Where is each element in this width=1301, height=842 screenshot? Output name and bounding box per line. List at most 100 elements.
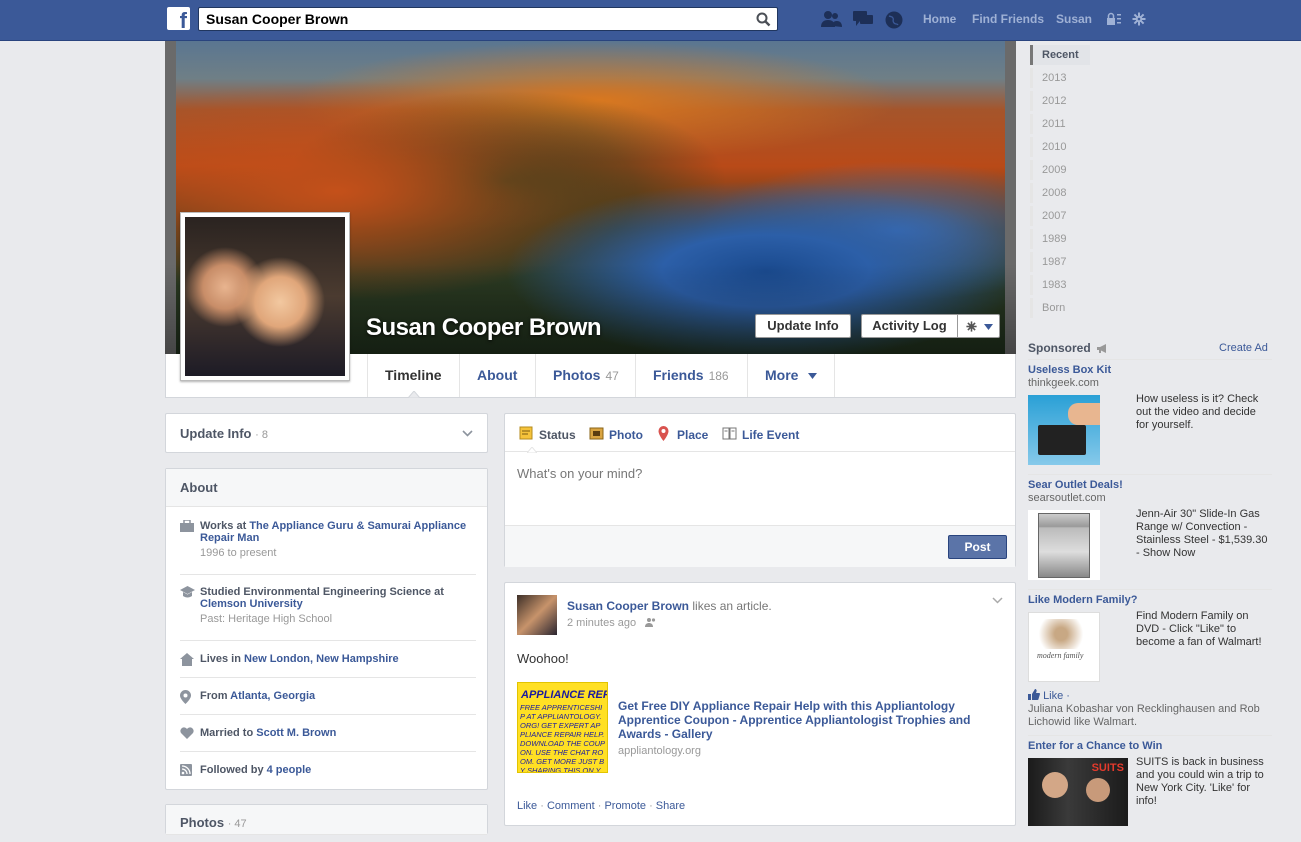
tab-label: Timeline [385, 367, 442, 383]
search-input[interactable] [199, 8, 739, 30]
top-navigation-bar: f Home Find Friends Susan [0, 0, 1301, 41]
privacy-shortcuts-icon[interactable] [1106, 12, 1122, 26]
divider [1028, 359, 1272, 360]
timeline-year[interactable]: 1983 [1030, 275, 1066, 295]
timeline-year[interactable]: 2013 [1030, 68, 1066, 88]
composer-tab-life-event[interactable]: Life Event [722, 427, 799, 442]
divider [180, 677, 476, 678]
profile-name[interactable]: Susan Cooper Brown [366, 314, 602, 342]
profile-options-dropdown[interactable] [957, 314, 1000, 338]
nav-home[interactable]: Home [923, 12, 956, 26]
chevron-down-icon [808, 373, 818, 380]
composer-tab-photo[interactable]: Photo [589, 427, 643, 442]
ad-title[interactable]: Useless Box Kit [1028, 364, 1111, 376]
tab-label: About [477, 367, 518, 383]
messages-icon[interactable] [852, 10, 874, 28]
map-pin-icon [180, 690, 191, 704]
about-married-link[interactable]: Scott M. Brown [256, 727, 336, 739]
megaphone-icon [1097, 344, 1107, 353]
photo-icon [589, 427, 604, 440]
search-icon[interactable] [756, 12, 771, 27]
friends-audience-icon[interactable] [645, 617, 657, 627]
activity-log-button[interactable]: Activity Log [861, 314, 957, 338]
ad-title[interactable]: Sear Outlet Deals! [1028, 479, 1123, 491]
face-shape [1086, 778, 1110, 802]
settings-gear-icon[interactable] [1132, 12, 1146, 26]
ad-text: SUITS is back in business and you could … [1136, 756, 1264, 807]
sponsored-label: Sponsored [1028, 341, 1108, 355]
notifications-globe-icon[interactable] [884, 10, 904, 30]
briefcase-icon [180, 520, 194, 532]
about-header[interactable]: About [166, 469, 487, 507]
nav-find-friends[interactable]: Find Friends [972, 12, 1044, 26]
facebook-logo[interactable]: f [167, 7, 190, 30]
about-lives-link[interactable]: New London, New Hampshire [244, 653, 399, 665]
article-thumbnail[interactable]: APPLIANCE REPAIR FREE APPRENTICESHIP AT … [517, 682, 608, 773]
modern-family-wordmark: modern family [1037, 651, 1084, 660]
divider [180, 714, 476, 715]
feed-story: Susan Cooper Brown likes an article. 2 m… [504, 582, 1016, 826]
life-event-book-icon [722, 427, 737, 440]
about-followed-link[interactable]: 4 people [267, 764, 312, 776]
about-study-link[interactable]: Clemson University [200, 598, 303, 610]
ad-image-useless-box[interactable] [1028, 395, 1100, 465]
timeline-year-recent[interactable]: Recent [1030, 45, 1090, 65]
timeline-year[interactable]: 2008 [1030, 183, 1066, 203]
tab-about[interactable]: About [459, 354, 534, 397]
tab-more[interactable]: More [747, 354, 836, 397]
ad-title[interactable]: Enter for a Chance to Win [1028, 740, 1162, 752]
comment-link[interactable]: Comment [547, 800, 595, 812]
divider [1028, 589, 1272, 590]
ad-host: thinkgeek.com [1028, 377, 1099, 389]
about-study-prefix: Studied Environmental Engineering Scienc… [200, 586, 444, 598]
tab-friends[interactable]: Friends 186 [635, 354, 746, 397]
profile-photo-image [185, 217, 345, 376]
about-from-link[interactable]: Atlanta, Georgia [230, 690, 315, 702]
timeline-year[interactable]: 2012 [1030, 91, 1066, 111]
like-link[interactable]: Like [517, 800, 537, 812]
status-input[interactable]: What's on your mind? [517, 466, 642, 481]
about-followers: Followed by 4 people [180, 764, 476, 776]
story-header: Susan Cooper Brown likes an article. [567, 599, 772, 613]
photos-header[interactable]: Photos · 47 [166, 805, 487, 835]
timeline-year[interactable]: 1987 [1030, 252, 1066, 272]
ad-image-suits[interactable]: SUITS [1028, 758, 1128, 826]
divider [180, 640, 476, 641]
article-title-link[interactable]: Get Free DIY Appliance Repair Help with … [618, 699, 998, 741]
thumbnail-headline: APPLIANCE REPAIR [521, 689, 608, 701]
search-box[interactable] [198, 7, 778, 31]
nav-profile-susan[interactable]: Susan [1056, 12, 1092, 26]
timeline-year[interactable]: 1989 [1030, 229, 1066, 249]
about-box: About Works at The Appliance Guru & Samu… [165, 468, 488, 790]
hand-shape [1068, 403, 1100, 425]
suits-logo: SUITS [1091, 762, 1124, 774]
ad-title[interactable]: Like Modern Family? [1028, 594, 1137, 606]
timeline-year[interactable]: 2009 [1030, 160, 1066, 180]
story-options-chevron-icon[interactable] [992, 597, 1003, 604]
timeline-year[interactable]: 2007 [1030, 206, 1066, 226]
face-shape [1042, 772, 1068, 798]
promote-link[interactable]: Promote [604, 800, 646, 812]
active-tab-indicator [408, 391, 420, 398]
ad-image-modern-family[interactable]: modern family [1028, 612, 1100, 682]
profile-picture[interactable] [180, 212, 350, 381]
author-avatar[interactable] [517, 595, 557, 635]
create-ad-link[interactable]: Create Ad [1219, 342, 1268, 354]
story-author-link[interactable]: Susan Cooper Brown [567, 599, 689, 613]
about-from: From Atlanta, Georgia [180, 690, 476, 704]
tab-photos[interactable]: Photos 47 [535, 354, 636, 397]
post-button[interactable]: Post [948, 535, 1007, 559]
update-info-box[interactable]: Update Info · 8 [165, 413, 488, 453]
timeline-year[interactable]: 2011 [1030, 114, 1066, 134]
share-link[interactable]: Share [656, 800, 685, 812]
friend-requests-icon[interactable] [820, 10, 842, 28]
update-info-button[interactable]: Update Info [755, 314, 851, 338]
story-timestamp[interactable]: 2 minutes ago [567, 617, 636, 629]
composer-tab-place[interactable]: Place [657, 426, 708, 442]
timeline-year-born[interactable]: Born [1030, 298, 1065, 318]
chevron-down-icon [462, 430, 473, 437]
timeline-year[interactable]: 2010 [1030, 137, 1066, 157]
ad-like-link[interactable]: Like · [1028, 689, 1070, 702]
composer-tab-status[interactable]: Status [519, 426, 576, 442]
ad-image-range[interactable] [1028, 510, 1100, 580]
